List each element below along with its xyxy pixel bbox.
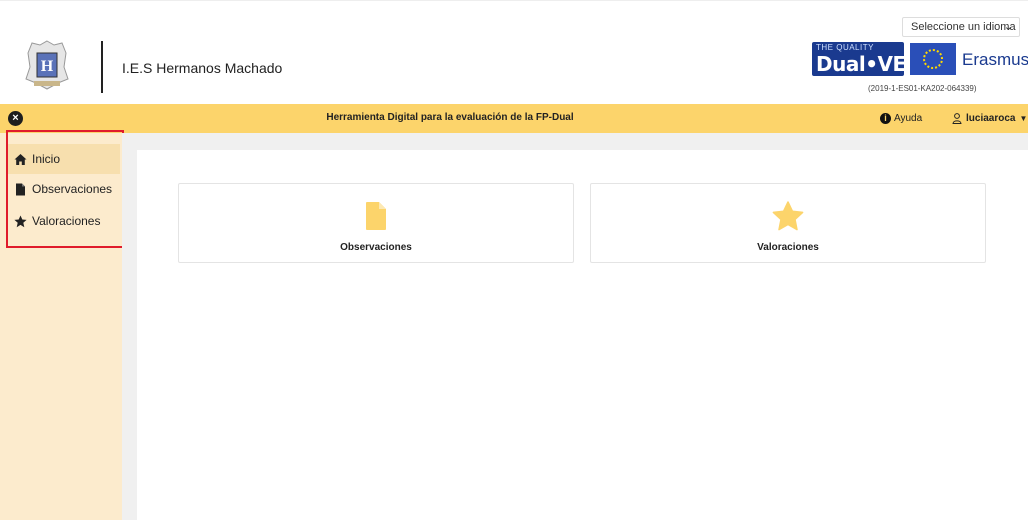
username: luciaaroca <box>966 113 1016 124</box>
language-select-value: Seleccione un idioma <box>911 21 1016 33</box>
card-label: Observaciones <box>340 242 412 253</box>
school-name: I.E.S Hermanos Machado <box>122 60 283 76</box>
dualvet-logo: THE QUALITY Dual•VET <box>812 42 919 76</box>
header: H I.E.S Hermanos Machado Seleccione un i… <box>0 0 1028 100</box>
chevron-down-icon: ⌄ <box>1003 21 1013 33</box>
user-icon <box>952 113 962 124</box>
user-menu[interactable]: luciaaroca ▼ <box>952 113 1027 124</box>
eu-flag-icon <box>910 43 956 75</box>
language-select[interactable]: Seleccione un idioma ⌄ <box>902 17 1020 37</box>
home-icon <box>14 153 27 165</box>
header-divider <box>101 41 103 93</box>
caret-down-icon: ▼ <box>1019 114 1028 123</box>
app-title: Herramienta Digital para la evaluación d… <box>326 112 574 123</box>
help-label: Ayuda <box>894 113 923 124</box>
card-valoraciones[interactable]: Valoraciones <box>590 183 986 263</box>
sidebar-item-inicio[interactable]: Inicio <box>8 144 120 174</box>
card-label: Valoraciones <box>757 242 819 253</box>
dualvet-tagline: THE QUALITY <box>816 43 874 52</box>
project-code: (2019-1-ES01-KA202-064339) <box>868 84 977 93</box>
sidebar-item-valoraciones[interactable]: Valoraciones <box>14 206 118 236</box>
sidebar-item-label: Valoraciones <box>32 214 101 228</box>
help-link[interactable]: i Ayuda <box>880 113 922 124</box>
sidebar-item-observaciones[interactable]: Observaciones <box>14 174 118 204</box>
file-icon <box>16 183 25 195</box>
sidebar-item-label: Inicio <box>32 152 61 166</box>
school-logo: H <box>25 40 69 90</box>
top-bar: × Herramienta Digital para la evaluación… <box>0 104 1028 133</box>
star-icon <box>772 201 804 231</box>
dualvet-wordmark: Dual•VET <box>816 52 919 76</box>
star-icon <box>14 215 27 227</box>
svg-text:H: H <box>41 58 54 75</box>
info-icon: i <box>880 113 891 124</box>
erasmus-logo: Erasmus+ <box>962 50 1028 69</box>
sidebar-item-label: Observaciones <box>32 182 113 196</box>
card-observaciones[interactable]: Observaciones <box>178 183 574 263</box>
file-icon <box>366 202 386 230</box>
